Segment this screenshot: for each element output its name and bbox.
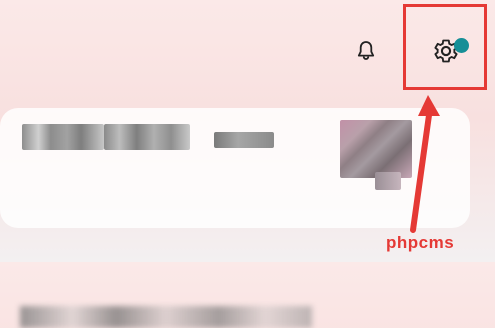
obscured-text xyxy=(20,306,312,328)
watermark: phpcms xyxy=(386,233,455,252)
annotation-arrow xyxy=(410,95,440,233)
